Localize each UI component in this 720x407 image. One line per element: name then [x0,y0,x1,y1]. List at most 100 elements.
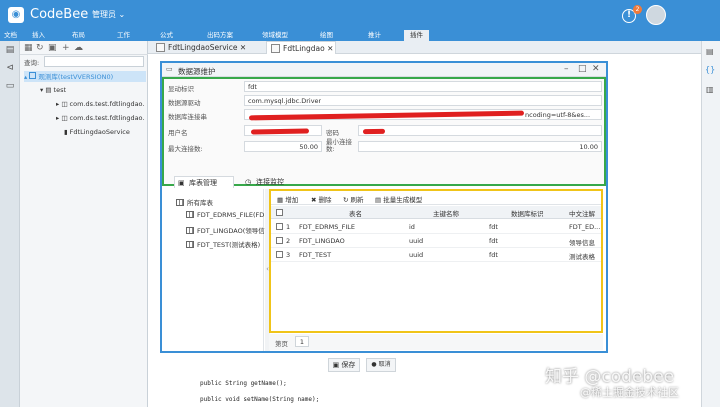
tree-node-all-tables[interactable]: 所有库表 [176,197,213,207]
column-header-cn[interactable]: 中文注解 [569,208,595,218]
menu-item-domain-model[interactable]: 领域模型 [262,30,288,41]
search-input[interactable] [44,56,144,67]
dialog-icon: ▭ [166,65,173,73]
table-row[interactable]: 2 FDT_LINGDAO uuid fdt 领导信息 [271,234,601,248]
menu-item-stats[interactable]: 推计 [368,30,381,41]
right-rail: ▤ {} ▥ [701,41,720,407]
close-icon[interactable]: ✕ [592,64,600,74]
cell-table: FDT_EDRMS_FILE [299,223,355,231]
menu-item-layout[interactable]: 布局 [72,30,85,41]
batch-generate-button[interactable]: ▤ 批量生成模型 [375,194,422,204]
file-icon [271,44,280,53]
app-name: CodeBee [30,7,89,22]
menu-item-draw[interactable]: 绘图 [320,30,333,41]
menu-item-plugin[interactable]: 插件 [404,30,429,41]
name-label: 显动标识 [168,85,194,93]
page-input[interactable]: 1 [295,336,309,347]
tree-node-package[interactable]: ▸ ◫ com.ds.test.fdtlingdao. [56,114,144,122]
table-tree: 所有库表 FDT_EDRMS_FILE(FD FDT_LINGDAO(领导信 F… [164,189,265,351]
avatar[interactable] [646,5,666,25]
window-icon[interactable]: ▭ [5,81,15,91]
tree-node-root[interactable]: ▴ 观测库(testVVERSION0) [24,71,146,82]
column-header-pk[interactable]: 主键名称 [433,208,459,218]
tab-fdtlingdao[interactable]: FdtLingdao ✕ [266,41,336,54]
delete-button[interactable]: ✖ 删除 [311,194,332,204]
url-label: 数据库连接串 [168,113,207,121]
driver-field[interactable]: com.mysql.jdbc.Driver [244,95,602,106]
tree-node-table[interactable]: FDT_EDRMS_FILE(FD [186,211,264,219]
row-checkbox[interactable] [276,251,283,258]
menu-item-doc[interactable]: 文档 [4,30,17,41]
codebee-logo-icon: ◉ [8,7,24,23]
tab-label: FdtLingdao [283,44,325,53]
column-header-db[interactable]: 数据库标识 [511,208,544,218]
name-field[interactable]: fdt [244,81,602,92]
menu-item-insert[interactable]: 插入 [32,30,45,41]
refresh-button[interactable]: ↻ 刷新 [343,194,364,204]
refresh-icon: ↻ [343,196,349,204]
panel-icon[interactable]: ▥ [706,85,714,94]
tree-node-table[interactable]: FDT_LINGDAO(领导信 [186,225,265,235]
cloud-icon[interactable]: ☁ [74,43,83,53]
menu-item-formula[interactable]: 公式 [160,30,173,41]
min-conn-label: 最小连接数: [326,138,352,153]
close-icon[interactable]: ✕ [240,43,246,52]
table-grid: ▦ 增加 ✖ 删除 ↻ 刷新 ▤ 批量生成模型 表名 主键名称 数据库标识 中文… [269,189,603,333]
save-icon[interactable]: ▣ [48,43,57,53]
row-index: 2 [286,237,291,245]
project-tree-panel: ▦ ↻ ▣ + ☁ 查询: ▴ 观测库(testVVERSION0) ▾ ▤ t… [20,41,148,407]
maximize-icon[interactable]: □ [578,64,587,74]
outline-icon[interactable]: ▤ [706,47,714,56]
row-checkbox[interactable] [276,223,283,230]
pager-label: 第页 [275,340,288,348]
cancel-button[interactable]: ● 取消 [366,358,396,372]
tree-node-table[interactable]: FDT_TEST(测试表格) [186,239,260,249]
grid-icon[interactable]: ▦ [24,43,33,53]
app-title-bar: ◉ CodeBee 管理员 ⌄ ! 2 [0,0,720,30]
redaction-mark [250,128,310,135]
editor-tab-bar: FdtLingdaoService ✕ FdtLingdao ✕ [148,41,701,54]
cell-pk: uuid [409,237,424,245]
close-icon[interactable]: ✕ [327,44,333,53]
add-button[interactable]: ▦ 增加 [277,194,298,204]
row-checkbox[interactable] [276,237,283,244]
user-menu[interactable]: 管理员 ⌄ [92,9,125,20]
button-label: 刷新 [350,196,364,204]
tab-connection-monitor[interactable]: ◷ 连接监控 [242,176,304,188]
refresh-icon[interactable]: ↻ [36,43,44,53]
select-all-checkbox[interactable] [276,209,283,216]
table-row[interactable]: 3 FDT_TEST uuid fdt 测试表格 [271,248,601,262]
password-field[interactable] [358,125,602,136]
save-icon: ▣ [332,361,340,369]
url-field[interactable]: ncoding=utf-8&es... [244,109,602,121]
tree-node-test[interactable]: ▾ ▤ test [40,86,66,94]
tab-fdtlingdaoservice[interactable]: FdtLingdaoService ✕ [152,41,264,54]
table-row[interactable]: 1 FDT_EDRMS_FILE id fdt FDT_ED... [271,220,601,234]
cell-table: FDT_LINGDAO [299,237,345,245]
tree-node-label: 观测库(testVVERSION0) [38,73,114,81]
table-icon: ▣ [178,179,185,187]
tab-table-management[interactable]: ▣ 库表管理 [174,176,234,188]
add-icon[interactable]: + [62,43,70,53]
save-button[interactable]: ▣ 保存 [328,358,360,372]
tree-node-package[interactable]: ▸ ◫ com.ds.test.fdtlingdao. [56,100,144,108]
menu-item-codegen[interactable]: 出码方案 [207,30,233,41]
max-conn-field[interactable]: 50.00 [244,141,322,152]
folder-icon[interactable]: ▤ [5,45,15,55]
share-icon[interactable]: ⊲ [5,63,15,73]
cell-cn: 测试表格 [569,253,595,261]
tree-node-service[interactable]: ▮ FdtLingdaoService [64,128,130,136]
min-conn-field[interactable]: 10.00 [358,141,602,152]
user-field[interactable] [244,125,322,136]
braces-icon[interactable]: {} [705,65,715,74]
cell-db: fdt [489,223,498,231]
button-label: 删除 [318,196,332,204]
code-line: public void setName(String name); [200,396,320,403]
minimize-icon[interactable]: – [564,64,569,74]
tab-label: 库表管理 [189,179,217,187]
max-conn-label: 最大连接数: [168,145,203,153]
menu-item-work[interactable]: 工作 [117,30,130,41]
column-header-table[interactable]: 表名 [349,208,362,218]
button-label: 保存 [341,361,356,369]
cell-db: fdt [489,237,498,245]
